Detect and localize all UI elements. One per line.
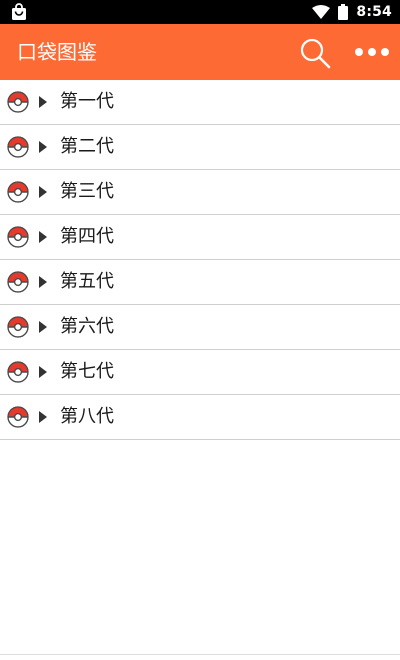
list-item-label: 第六代 xyxy=(60,316,114,337)
expand-arrow-icon[interactable] xyxy=(38,410,48,424)
expand-arrow-icon[interactable] xyxy=(38,185,48,199)
app-screen: 8:54 口袋图鉴 第一代第二代第三代第四代第五代第六代第七代第八代 xyxy=(0,0,400,660)
list-item[interactable]: 第一代 xyxy=(0,80,400,125)
list-item[interactable]: 第六代 xyxy=(0,305,400,350)
expand-arrow-icon[interactable] xyxy=(38,140,48,154)
pokeball-icon xyxy=(7,136,29,158)
list-item-label: 第七代 xyxy=(60,361,114,382)
more-dots-icon[interactable] xyxy=(352,38,392,66)
list-item-label: 第二代 xyxy=(60,136,114,157)
pokeball-icon xyxy=(7,406,29,428)
expand-arrow-icon[interactable] xyxy=(38,95,48,109)
list-item[interactable]: 第三代 xyxy=(0,170,400,215)
list-item-label: 第一代 xyxy=(60,91,114,112)
search-icon[interactable] xyxy=(298,36,332,70)
list-item[interactable]: 第四代 xyxy=(0,215,400,260)
pokeball-icon xyxy=(7,271,29,293)
list-item-label: 第八代 xyxy=(60,406,114,427)
app-title: 口袋图鉴 xyxy=(17,40,97,64)
generation-list: 第一代第二代第三代第四代第五代第六代第七代第八代 xyxy=(0,80,400,440)
list-item[interactable]: 第八代 xyxy=(0,395,400,440)
app-bar: 口袋图鉴 xyxy=(0,24,400,80)
status-time: 8:54 xyxy=(356,4,392,20)
expand-arrow-icon[interactable] xyxy=(38,320,48,334)
expand-arrow-icon[interactable] xyxy=(38,365,48,379)
wifi-icon xyxy=(312,5,331,19)
expand-arrow-icon[interactable] xyxy=(38,275,48,289)
status-indicators: 8:54 xyxy=(312,0,392,24)
pokeball-icon xyxy=(7,181,29,203)
pokeball-icon xyxy=(7,316,29,338)
bottom-divider xyxy=(0,654,400,655)
list-item[interactable]: 第七代 xyxy=(0,350,400,395)
pokeball-icon xyxy=(7,226,29,248)
list-item[interactable]: 第二代 xyxy=(0,125,400,170)
shopping-bag-icon xyxy=(12,3,26,20)
list-item-label: 第五代 xyxy=(60,271,114,292)
list-item-label: 第四代 xyxy=(60,226,114,247)
battery-icon xyxy=(338,4,349,20)
pokeball-icon xyxy=(7,91,29,113)
list-item[interactable]: 第五代 xyxy=(0,260,400,305)
status-bar: 8:54 xyxy=(0,0,400,24)
list-item-label: 第三代 xyxy=(60,181,114,202)
pokeball-icon xyxy=(7,361,29,383)
expand-arrow-icon[interactable] xyxy=(38,230,48,244)
